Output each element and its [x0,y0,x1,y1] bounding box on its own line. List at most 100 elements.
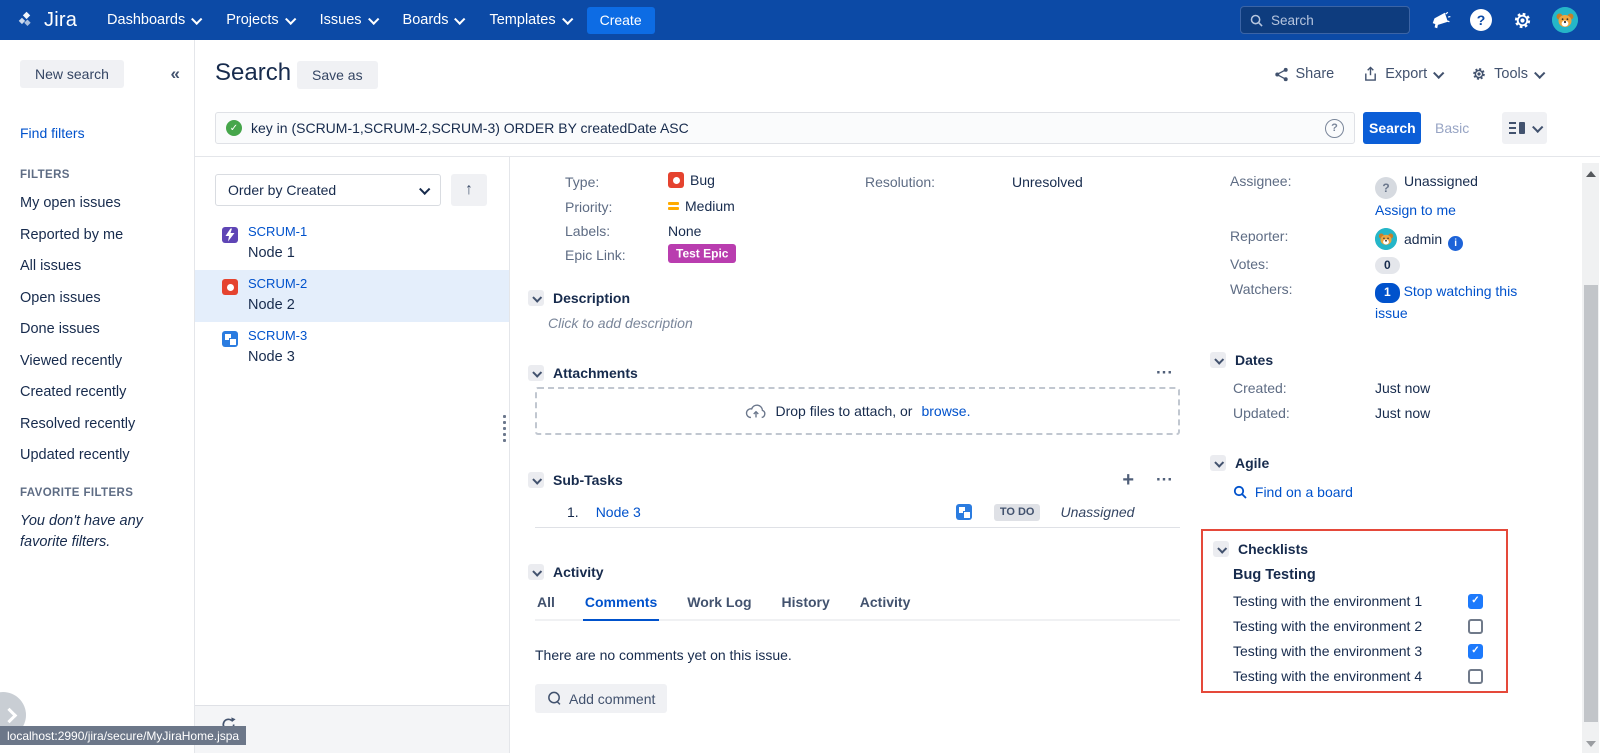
menu-templates[interactable]: Templates [489,12,570,28]
dates-section-header: Dates [1210,352,1273,368]
chevron-right-icon [2,708,18,724]
description-placeholder[interactable]: Click to add description [548,315,693,331]
tab-work-log[interactable]: Work Log [685,594,753,619]
scroll-down-arrow[interactable] [1586,741,1596,747]
layout-icon [1508,121,1526,135]
subtasks-more-icon[interactable]: ··· [1156,475,1173,485]
search-placeholder: Search [1271,13,1314,28]
bug-type-icon [668,172,684,188]
tab-activity[interactable]: Activity [858,594,913,619]
view-layout-toggle[interactable] [1502,112,1547,144]
issue-row-scrum-3[interactable]: SCRUM-3 Node 3 [195,322,509,374]
sidebar-item-open-issues[interactable]: Open issues [20,290,194,306]
checkbox[interactable]: ✓ [1468,669,1483,684]
help-icon[interactable]: ? [1470,9,1492,31]
scroll-up-arrow[interactable] [1586,171,1596,177]
share-button[interactable]: Share [1274,66,1335,82]
reporter-text: admin [1404,231,1442,247]
order-by-select[interactable]: Order by Created [215,174,441,206]
sidebar-item-reported-by-me[interactable]: Reported by me [20,227,194,243]
gear-icon[interactable] [1511,9,1533,31]
sidebar-item-viewed-recently[interactable]: Viewed recently [20,353,194,369]
subtask-link[interactable]: Node 3 [596,504,641,520]
collapse-checklists-icon[interactable] [1213,541,1229,557]
pane-resize-handle[interactable] [503,412,506,445]
find-on-board[interactable]: Find on a board [1233,484,1353,500]
checklist-item-4[interactable]: Testing with the environment 4 ✓ [1233,668,1483,684]
jira-logo[interactable]: Jira [16,9,77,32]
votes-badge[interactable]: 0 [1375,257,1400,274]
menu-label: Boards [403,12,449,28]
sidebar-item-created-recently[interactable]: Created recently [20,384,194,400]
labels-label: Labels: [565,223,610,239]
issue-summary: Node 2 [248,297,509,313]
create-button[interactable]: Create [587,7,655,34]
checkbox[interactable]: ✓ [1468,644,1483,659]
no-comments-text: There are no comments yet on this issue. [535,647,792,663]
favorite-filters-empty-text: You don't have any favorite filters. [20,511,170,553]
menu-label: Dashboards [107,12,185,28]
info-icon[interactable]: i [1448,236,1463,251]
checkbox[interactable]: ✓ [1468,594,1483,609]
tools-label: Tools [1494,66,1528,82]
add-comment-button[interactable]: Add comment [535,684,667,713]
menu-dashboards[interactable]: Dashboards [107,12,200,28]
vertical-scrollbar[interactable] [1582,163,1599,753]
global-search-input[interactable]: Search [1240,6,1410,34]
notifications-megaphone-icon[interactable] [1429,9,1451,31]
jql-query-input[interactable]: ✓ key in (SCRUM-1,SCRUM-2,SCRUM-3) ORDER… [215,112,1355,144]
sidebar-item-all-issues[interactable]: All issues [20,258,194,274]
menu-issues[interactable]: Issues [320,12,377,28]
sidebar-item-resolved-recently[interactable]: Resolved recently [20,416,194,432]
browse-link[interactable]: browse. [921,403,970,419]
search-icon [1250,14,1263,27]
tools-button[interactable]: Tools [1471,66,1543,82]
export-button[interactable]: Export [1363,66,1442,82]
collapse-activity-icon[interactable] [528,564,544,580]
search-button[interactable]: Search [1363,112,1421,144]
find-on-board-link[interactable]: Find on a board [1255,484,1353,500]
checklist-item-1[interactable]: Testing with the environment 1 ✓ [1233,593,1483,609]
collapse-subtasks-icon[interactable] [528,472,544,488]
watchers-label: Watchers: [1230,281,1375,323]
menu-projects[interactable]: Projects [226,12,293,28]
issue-row-scrum-2[interactable]: SCRUM-2 Node 2 [195,270,509,322]
add-subtask-icon[interactable]: + [1122,475,1134,485]
assign-to-me-link[interactable]: Assign to me [1375,202,1456,218]
tab-all[interactable]: All [535,594,557,619]
save-as-button[interactable]: Save as [297,61,378,89]
tab-comments[interactable]: Comments [583,594,659,621]
sidebar-item-done-issues[interactable]: Done issues [20,321,194,337]
subtasks-title: Sub-Tasks [553,472,623,488]
sidebar-item-updated-recently[interactable]: Updated recently [20,447,194,463]
favorite-filters-heading: FAVORITE FILTERS [20,487,194,499]
new-search-button[interactable]: New search [20,60,124,88]
collapse-description-icon[interactable] [528,290,544,306]
checklist-item-2[interactable]: Testing with the environment 2 ✓ [1233,618,1483,634]
query-help-icon[interactable]: ? [1325,119,1344,138]
user-avatar[interactable] [1552,7,1578,33]
tab-history[interactable]: History [780,594,832,619]
epic-link-value[interactable]: Test Epic [668,244,736,260]
attachment-dropzone[interactable]: Drop files to attach, or browse. [535,387,1180,435]
watchers-badge[interactable]: 1 [1375,283,1400,303]
chevron-down-icon [455,14,466,25]
collapse-dates-icon[interactable] [1210,352,1226,368]
epic-badge[interactable]: Test Epic [668,244,736,263]
basic-mode-link[interactable]: Basic [1435,120,1469,136]
menu-boards[interactable]: Boards [403,12,464,28]
sort-direction-button[interactable]: ↑ [451,174,487,206]
chevron-down-icon [191,14,202,25]
sidebar-item-my-open-issues[interactable]: My open issues [20,195,194,211]
checkbox[interactable]: ✓ [1468,619,1483,634]
checklist-item-3[interactable]: Testing with the environment 3 ✓ [1233,643,1483,659]
collapse-sidebar-icon[interactable]: « [171,64,180,84]
collapse-attachments-icon[interactable] [528,365,544,381]
scrollbar-thumb[interactable] [1584,285,1598,722]
issue-row-scrum-1[interactable]: SCRUM-1 Node 1 [195,218,509,270]
collapse-agile-icon[interactable] [1210,455,1226,471]
find-filters-link[interactable]: Find filters [20,125,194,141]
subtask-row[interactable]: 1. Node 3 TO DO Unassigned [535,497,1180,528]
attachments-more-icon[interactable]: ··· [1156,368,1173,378]
export-label: Export [1385,66,1427,82]
